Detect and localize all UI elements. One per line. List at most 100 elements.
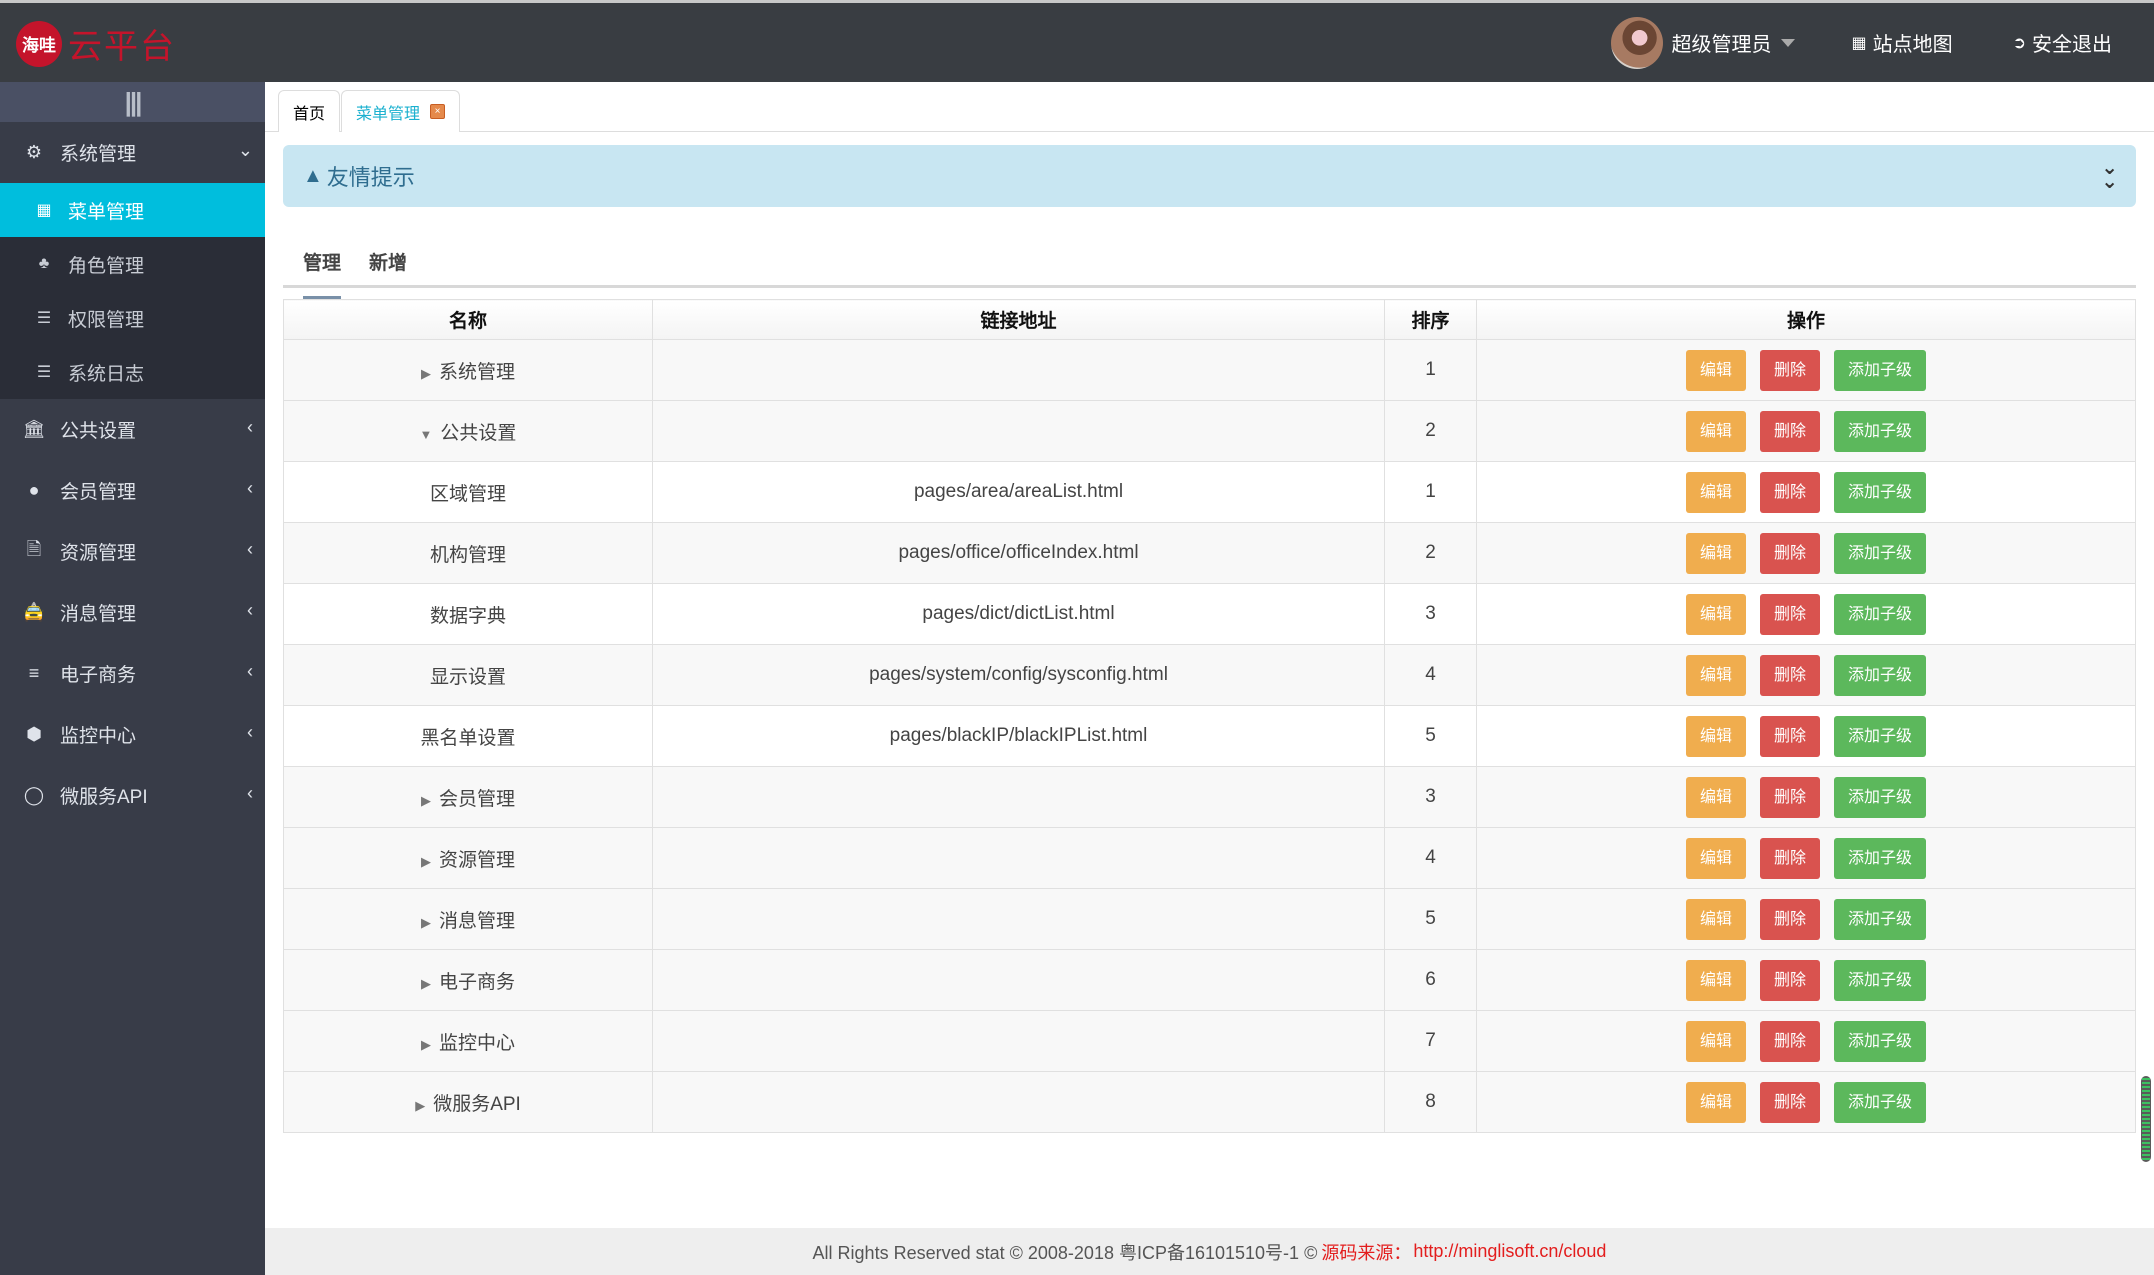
content-tabs: 管理 新增: [283, 230, 2136, 299]
edit-button[interactable]: 编辑: [1685, 410, 1746, 452]
caret-right-icon[interactable]: ▶: [421, 1037, 431, 1053]
actions-cell: 编辑 删除 添加子级: [1476, 339, 2136, 401]
edit-button[interactable]: 编辑: [1685, 532, 1746, 574]
add-child-button[interactable]: 添加子级: [1834, 593, 1927, 635]
close-icon[interactable]: ×: [430, 104, 446, 119]
edit-button[interactable]: 编辑: [1685, 654, 1746, 696]
tab-manage[interactable]: 管理: [303, 248, 342, 299]
delete-button[interactable]: 删除: [1759, 471, 1820, 513]
sidebar-item-permission[interactable]: ☰ 权限管理: [0, 291, 265, 345]
windows-icon: ▦: [36, 202, 52, 219]
alert-title: 友情提示: [326, 165, 415, 190]
delete-button[interactable]: 删除: [1759, 410, 1820, 452]
delete-button[interactable]: 删除: [1759, 349, 1820, 391]
menu-name: 会员管理: [438, 788, 515, 810]
delete-button[interactable]: 删除: [1759, 532, 1820, 574]
menu-name: 区域管理: [429, 483, 506, 505]
add-child-button[interactable]: 添加子级: [1834, 776, 1927, 818]
sidebar-item-menu[interactable]: ▦ 菜单管理: [0, 183, 265, 237]
actions-cell: 编辑 删除 添加子级: [1476, 522, 2136, 584]
actions-cell: 编辑 删除 添加子级: [1476, 766, 2136, 828]
menu-name: 监控中心: [438, 1032, 515, 1054]
sidebar-group-monitor[interactable]: ⬢ 监控中心 ‹: [0, 704, 265, 765]
source-link[interactable]: http://minglisoft.cn/cloud: [1413, 1241, 1606, 1262]
add-child-button[interactable]: 添加子级: [1834, 898, 1927, 940]
sliders-icon: ≡: [28, 663, 40, 683]
caret-right-icon[interactable]: ▶: [421, 366, 431, 382]
table-row: ▶ 会员管理 3 编辑 删除 添加子级: [283, 766, 2136, 828]
sidebar-item-log[interactable]: ☰ 系统日志: [0, 345, 265, 399]
logo-badge: 海哇: [16, 20, 62, 67]
actions-cell: 编辑 删除 添加子级: [1476, 827, 2136, 889]
edit-button[interactable]: 编辑: [1685, 593, 1746, 635]
add-child-button[interactable]: 添加子级: [1834, 349, 1927, 391]
double-chevron-down-icon[interactable]: ⌄ ⌄: [2101, 158, 2118, 192]
tab-add[interactable]: 新增: [369, 248, 407, 275]
add-child-button[interactable]: 添加子级: [1834, 532, 1927, 574]
caret-right-icon[interactable]: ▶: [415, 1098, 425, 1114]
caret-right-icon[interactable]: ▶: [421, 915, 431, 931]
delete-button[interactable]: 删除: [1759, 959, 1820, 1001]
delete-button[interactable]: 删除: [1759, 593, 1820, 635]
sidebar-group-ecommerce[interactable]: ≡ 电子商务 ‹: [0, 643, 265, 704]
main-content: 首页 菜单管理 × ▲ 友情提示 ⌄ ⌄ 管理 新增 名称 链接地址 排序 操作 …: [265, 82, 2154, 1275]
sidebar-group-resource[interactable]: 🗎 资源管理 ‹: [0, 521, 265, 582]
sidebar-group-public[interactable]: 🏛 公共设置 ‹: [0, 399, 265, 460]
table-row: 区域管理 pages/area/areaList.html 1 编辑 删除 添加子级: [283, 461, 2136, 523]
sidebar-group-label: 资源管理: [60, 543, 137, 564]
edit-button[interactable]: 编辑: [1685, 959, 1746, 1001]
sidebar-collapse-button[interactable]: |||: [0, 82, 265, 122]
add-child-button[interactable]: 添加子级: [1834, 959, 1927, 1001]
sidebar-group-member[interactable]: ● 会员管理 ‹: [0, 460, 265, 521]
add-child-button[interactable]: 添加子级: [1834, 1020, 1927, 1062]
name-cell: ▶ 系统管理: [283, 339, 653, 401]
caret-right-icon[interactable]: ▶: [421, 793, 431, 809]
sidebar-group-api[interactable]: ◯ 微服务API ‹: [0, 765, 265, 826]
caret-down-icon: [1781, 38, 1796, 47]
tab-menu-management[interactable]: 菜单管理 ×: [341, 90, 461, 132]
link-cell: [652, 1010, 1385, 1072]
chevron-left-icon: ‹: [247, 722, 253, 742]
add-child-button[interactable]: 添加子级: [1834, 654, 1927, 696]
sitemap-link[interactable]: ▦ 站点地图: [1851, 28, 1952, 57]
menu-name: 黑名单设置: [420, 727, 516, 749]
delete-button[interactable]: 删除: [1759, 1020, 1820, 1062]
scroll-widget[interactable]: [2141, 1076, 2151, 1162]
actions-cell: 编辑 删除 添加子级: [1476, 1071, 2136, 1133]
edit-button[interactable]: 编辑: [1685, 715, 1746, 757]
sidebar-group-message[interactable]: 🚖 消息管理 ‹: [0, 582, 265, 643]
edit-button[interactable]: 编辑: [1685, 1020, 1746, 1062]
sidebar-group-system[interactable]: ⚙ 系统管理 ⌄: [0, 122, 265, 183]
delete-button[interactable]: 删除: [1759, 776, 1820, 818]
edit-button[interactable]: 编辑: [1685, 898, 1746, 940]
sitemap-label: 站点地图: [1872, 34, 1953, 56]
user-menu[interactable]: 超级管理员: [1611, 16, 1796, 69]
column-header: 链接地址: [652, 299, 1385, 340]
caret-right-icon[interactable]: ▶: [421, 854, 431, 870]
sidebar-item-role[interactable]: ♣ 角色管理: [0, 237, 265, 291]
caret-down-icon[interactable]: ▼: [420, 427, 433, 442]
add-child-button[interactable]: 添加子级: [1834, 410, 1927, 452]
logo[interactable]: 海哇 云平台: [16, 19, 176, 68]
delete-button[interactable]: 删除: [1759, 715, 1820, 757]
sidebar-item-label: 菜单管理: [68, 201, 145, 223]
caret-right-icon[interactable]: ▶: [421, 976, 431, 992]
edit-button[interactable]: 编辑: [1685, 349, 1746, 391]
tab-home[interactable]: 首页: [278, 90, 341, 132]
edit-button[interactable]: 编辑: [1685, 1081, 1746, 1123]
logout-link[interactable]: ➲ 安全退出: [2013, 28, 2112, 57]
add-child-button[interactable]: 添加子级: [1834, 471, 1927, 513]
link-cell: [652, 400, 1385, 462]
delete-button[interactable]: 删除: [1759, 898, 1820, 940]
delete-button[interactable]: 删除: [1759, 654, 1820, 696]
sidebar-item-label: 角色管理: [68, 255, 145, 277]
delete-button[interactable]: 删除: [1759, 1081, 1820, 1123]
edit-button[interactable]: 编辑: [1685, 837, 1746, 879]
edit-button[interactable]: 编辑: [1685, 471, 1746, 513]
add-child-button[interactable]: 添加子级: [1834, 837, 1927, 879]
add-child-button[interactable]: 添加子级: [1834, 715, 1927, 757]
add-child-button[interactable]: 添加子级: [1834, 1081, 1927, 1123]
delete-button[interactable]: 删除: [1759, 837, 1820, 879]
edit-button[interactable]: 编辑: [1685, 776, 1746, 818]
menu-name: 公共设置: [440, 422, 517, 444]
